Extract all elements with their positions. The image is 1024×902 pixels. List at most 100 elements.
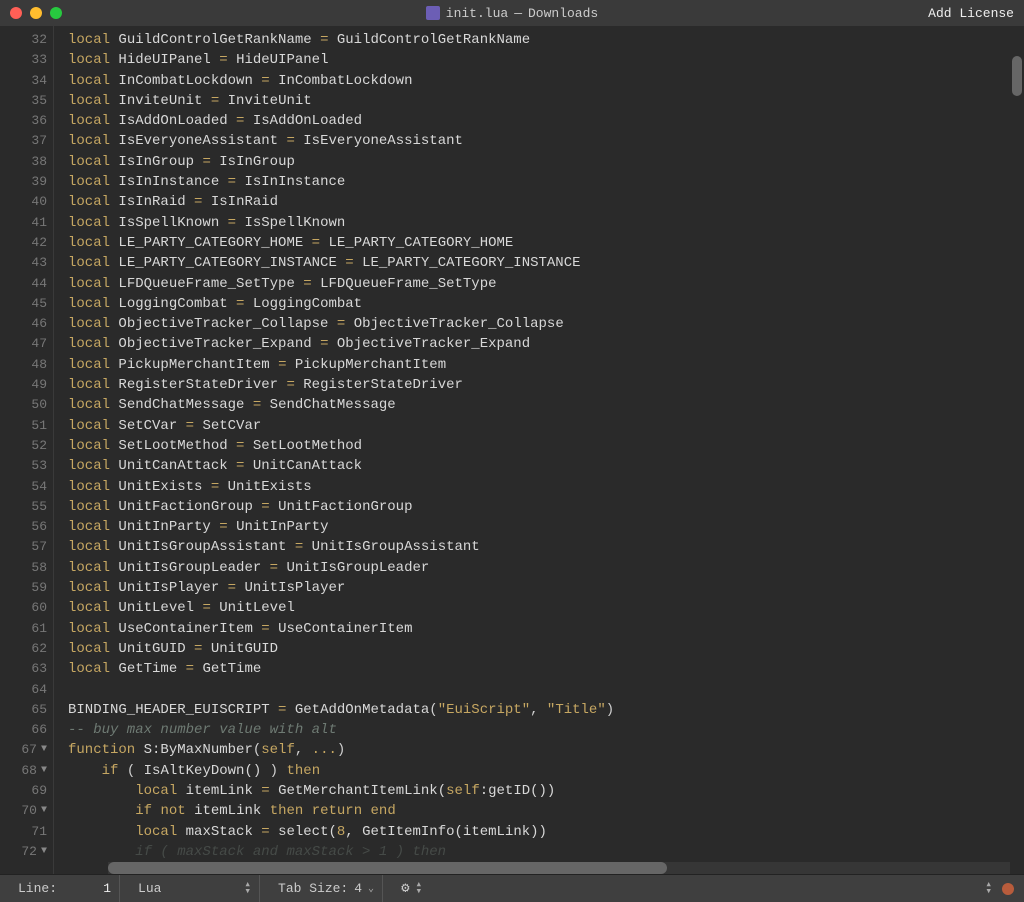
line-number[interactable]: 63 <box>0 659 47 679</box>
fold-icon[interactable]: ▼ <box>41 740 47 760</box>
code-line[interactable]: local UseContainerItem = UseContainerIte… <box>68 619 1024 639</box>
updown-icon[interactable]: ▴▾ <box>985 882 992 896</box>
code-area[interactable]: local GuildControlGetRankName = GuildCon… <box>54 26 1024 874</box>
line-input[interactable] <box>63 881 111 896</box>
line-number[interactable]: 67 ▼ <box>0 740 47 760</box>
code-line[interactable]: local InviteUnit = InviteUnit <box>68 91 1024 111</box>
tab-size-segment[interactable]: Tab Size: 4 ⌄ <box>270 875 383 902</box>
code-line[interactable] <box>68 680 1024 700</box>
line-number[interactable]: 47 <box>0 334 47 354</box>
line-number-gutter[interactable]: 3233343536373839404142434445464748495051… <box>0 26 54 874</box>
line-number[interactable]: 70 ▼ <box>0 801 47 821</box>
line-number[interactable]: 32 <box>0 30 47 50</box>
zoom-button[interactable] <box>50 7 62 19</box>
line-number[interactable]: 40 <box>0 192 47 212</box>
code-line[interactable]: local UnitCanAttack = UnitCanAttack <box>68 456 1024 476</box>
code-line[interactable]: local IsInInstance = IsInInstance <box>68 172 1024 192</box>
line-number[interactable]: 65 <box>0 700 47 720</box>
line-number[interactable]: 45 <box>0 294 47 314</box>
code-line[interactable]: local HideUIPanel = HideUIPanel <box>68 50 1024 70</box>
code-line[interactable]: if not itemLink then return end <box>68 801 1024 821</box>
code-line[interactable]: local itemLink = GetMerchantItemLink(sel… <box>68 781 1024 801</box>
code-line[interactable]: local LoggingCombat = LoggingCombat <box>68 294 1024 314</box>
code-line[interactable]: local PickupMerchantItem = PickupMerchan… <box>68 355 1024 375</box>
line-number[interactable]: 35 <box>0 91 47 111</box>
code-line[interactable]: local LE_PARTY_CATEGORY_HOME = LE_PARTY_… <box>68 233 1024 253</box>
code-line[interactable]: local UnitGUID = UnitGUID <box>68 639 1024 659</box>
code-line[interactable]: local SetCVar = SetCVar <box>68 416 1024 436</box>
line-number[interactable]: 36 <box>0 111 47 131</box>
code-line[interactable]: if ( IsAltKeyDown() ) then <box>68 761 1024 781</box>
fold-icon[interactable]: ▼ <box>41 761 47 781</box>
code-line[interactable]: local UnitIsGroupAssistant = UnitIsGroup… <box>68 537 1024 557</box>
line-number[interactable]: 68 ▼ <box>0 761 47 781</box>
vertical-scrollbar[interactable] <box>1012 56 1022 96</box>
line-number[interactable]: 39 <box>0 172 47 192</box>
fold-icon[interactable]: ▼ <box>41 801 47 821</box>
line-segment[interactable]: Line: <box>10 875 120 902</box>
code-line[interactable]: BINDING_HEADER_EUISCRIPT = GetAddOnMetad… <box>68 700 1024 720</box>
line-number[interactable]: 38 <box>0 152 47 172</box>
line-number[interactable]: 57 <box>0 537 47 557</box>
line-number[interactable]: 55 <box>0 497 47 517</box>
line-number[interactable]: 33 <box>0 50 47 70</box>
line-number[interactable]: 37 <box>0 131 47 151</box>
language-selector[interactable]: Lua ▴▾ <box>130 875 260 902</box>
code-line[interactable]: local LFDQueueFrame_SetType = LFDQueueFr… <box>68 274 1024 294</box>
code-line[interactable]: local SetLootMethod = SetLootMethod <box>68 436 1024 456</box>
code-line[interactable]: local UnitInParty = UnitInParty <box>68 517 1024 537</box>
fold-icon[interactable]: ▼ <box>41 842 47 862</box>
code-line[interactable]: local ObjectiveTracker_Collapse = Object… <box>68 314 1024 334</box>
line-number[interactable]: 48 <box>0 355 47 375</box>
code-line[interactable]: local UnitExists = UnitExists <box>68 477 1024 497</box>
code-line[interactable]: local UnitIsPlayer = UnitIsPlayer <box>68 578 1024 598</box>
line-number[interactable]: 54 <box>0 477 47 497</box>
line-number[interactable]: 41 <box>0 213 47 233</box>
code-line[interactable]: local GuildControlGetRankName = GuildCon… <box>68 30 1024 50</box>
line-number[interactable]: 71 <box>0 822 47 842</box>
code-line[interactable]: local IsAddOnLoaded = IsAddOnLoaded <box>68 111 1024 131</box>
code-line[interactable]: local UnitIsGroupLeader = UnitIsGroupLea… <box>68 558 1024 578</box>
code-line[interactable]: local UnitFactionGroup = UnitFactionGrou… <box>68 497 1024 517</box>
line-number[interactable]: 61 <box>0 619 47 639</box>
code-line[interactable]: local UnitLevel = UnitLevel <box>68 598 1024 618</box>
line-number[interactable]: 72 ▼ <box>0 842 47 862</box>
line-number[interactable]: 52 <box>0 436 47 456</box>
line-number[interactable]: 46 <box>0 314 47 334</box>
code-line[interactable]: local SendChatMessage = SendChatMessage <box>68 395 1024 415</box>
line-number[interactable]: 42 <box>0 233 47 253</box>
line-number[interactable]: 64 <box>0 680 47 700</box>
code-line[interactable]: local RegisterStateDriver = RegisterStat… <box>68 375 1024 395</box>
code-line[interactable]: local IsInGroup = IsInGroup <box>68 152 1024 172</box>
horizontal-scrollbar[interactable] <box>108 862 1010 874</box>
line-number[interactable]: 58 <box>0 558 47 578</box>
line-number[interactable]: 43 <box>0 253 47 273</box>
line-number[interactable]: 34 <box>0 71 47 91</box>
line-number[interactable]: 51 <box>0 416 47 436</box>
code-line[interactable]: -- buy max number value with alt <box>68 720 1024 740</box>
line-number[interactable]: 60 <box>0 598 47 618</box>
code-line[interactable]: local ObjectiveTracker_Expand = Objectiv… <box>68 334 1024 354</box>
code-line[interactable]: local InCombatLockdown = InCombatLockdow… <box>68 71 1024 91</box>
line-number[interactable]: 56 <box>0 517 47 537</box>
line-number[interactable]: 69 <box>0 781 47 801</box>
line-number[interactable]: 53 <box>0 456 47 476</box>
code-content[interactable]: local GuildControlGetRankName = GuildCon… <box>54 26 1024 862</box>
code-line[interactable]: local IsSpellKnown = IsSpellKnown <box>68 213 1024 233</box>
minimize-button[interactable] <box>30 7 42 19</box>
code-line[interactable]: if ( maxStack and maxStack > 1 ) then <box>68 842 1024 862</box>
horizontal-scroll-thumb[interactable] <box>108 862 667 874</box>
gear-icon[interactable]: ⚙ <box>401 880 409 897</box>
add-license-button[interactable]: Add License <box>928 6 1014 21</box>
close-button[interactable] <box>10 7 22 19</box>
line-number[interactable]: 49 <box>0 375 47 395</box>
code-line[interactable]: local GetTime = GetTime <box>68 659 1024 679</box>
code-line[interactable]: local IsInRaid = IsInRaid <box>68 192 1024 212</box>
code-line[interactable]: local LE_PARTY_CATEGORY_INSTANCE = LE_PA… <box>68 253 1024 273</box>
line-number[interactable]: 50 <box>0 395 47 415</box>
line-number[interactable]: 66 <box>0 720 47 740</box>
record-indicator[interactable] <box>1002 883 1014 895</box>
line-number[interactable]: 44 <box>0 274 47 294</box>
code-line[interactable]: local maxStack = select(8, GetItemInfo(i… <box>68 822 1024 842</box>
code-line[interactable]: function S:ByMaxNumber(self, ...) <box>68 740 1024 760</box>
